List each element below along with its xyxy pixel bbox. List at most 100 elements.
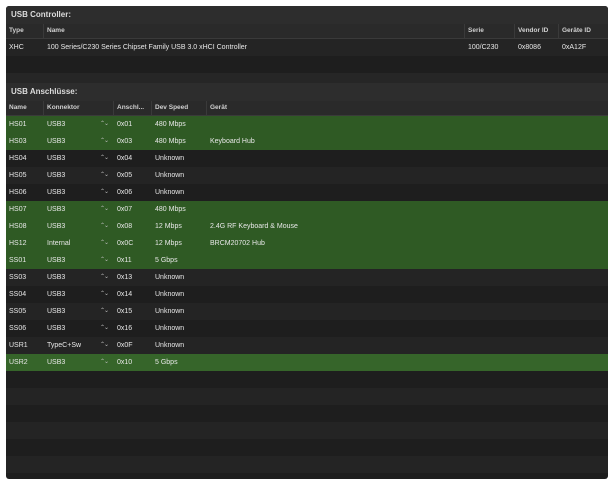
port-row[interactable]: HS03 USB3 ⌃⌄ 0x03 480 Mbps Keyboard Hub xyxy=(6,133,608,150)
konnektor-select[interactable]: USB3 xyxy=(44,133,94,150)
empty-row xyxy=(6,371,608,388)
port-device: Keyboard Hub xyxy=(210,138,255,145)
port-address: 0x11 xyxy=(117,257,132,264)
col-header-type[interactable]: Type xyxy=(6,24,44,38)
konnektor-select[interactable]: USB3 xyxy=(44,116,94,133)
konnektor-stepper-icon[interactable]: ⌃⌄ xyxy=(94,303,114,320)
port-address: 0x07 xyxy=(117,206,133,213)
port-name: USR2 xyxy=(9,359,28,366)
konnektor-stepper-icon[interactable]: ⌃⌄ xyxy=(94,286,114,303)
controller-table-header: Type Name Serie Vendor ID Geräte ID xyxy=(6,24,608,39)
konnektor-select[interactable]: USB3 xyxy=(44,167,94,184)
port-row[interactable]: HS12 Internal ⌃⌄ 0x0C 12 Mbps BRCM20702 Hub xyxy=(6,235,608,252)
col-header-anschluss[interactable]: Anschl... xyxy=(114,101,152,115)
col-header-serie[interactable]: Serie xyxy=(465,24,515,38)
port-device xyxy=(207,320,608,337)
port-row[interactable]: SS04 USB3 ⌃⌄ 0x14 Unknown xyxy=(6,286,608,303)
port-speed: Unknown xyxy=(155,308,185,315)
empty-row xyxy=(6,422,608,439)
col-header-device-id[interactable]: Geräte ID xyxy=(559,24,608,38)
port-address: 0x01 xyxy=(117,121,133,128)
port-name: HS01 xyxy=(9,121,27,128)
konnektor-select[interactable]: USB3 xyxy=(44,150,94,167)
port-row[interactable]: HS06 USB3 ⌃⌄ 0x06 Unknown xyxy=(6,184,608,201)
controller-type: XHC xyxy=(9,44,24,51)
konnektor-stepper-icon[interactable]: ⌃⌄ xyxy=(94,201,114,218)
konnektor-stepper-icon[interactable]: ⌃⌄ xyxy=(94,116,114,133)
port-device xyxy=(207,167,608,184)
port-device xyxy=(207,116,608,133)
konnektor-select[interactable]: USB3 xyxy=(44,286,94,303)
port-speed: 12 Mbps xyxy=(155,240,182,247)
port-row[interactable]: HS05 USB3 ⌃⌄ 0x05 Unknown xyxy=(6,167,608,184)
port-address: 0x16 xyxy=(117,325,133,332)
port-row[interactable]: SS06 USB3 ⌃⌄ 0x16 Unknown xyxy=(6,320,608,337)
konnektor-stepper-icon[interactable]: ⌃⌄ xyxy=(94,320,114,337)
port-device xyxy=(207,269,608,286)
konnektor-select[interactable]: USB3 xyxy=(44,218,94,235)
konnektor-stepper-icon[interactable]: ⌃⌄ xyxy=(94,150,114,167)
port-speed: 480 Mbps xyxy=(155,138,186,145)
col-header-vendor-id[interactable]: Vendor ID xyxy=(515,24,559,38)
empty-row xyxy=(6,456,608,473)
konnektor-select[interactable]: USB3 xyxy=(44,201,94,218)
konnektor-stepper-icon[interactable]: ⌃⌄ xyxy=(94,252,114,269)
port-row[interactable]: USR1 TypeC+Sw ⌃⌄ 0x0F Unknown xyxy=(6,337,608,354)
konnektor-stepper-icon[interactable]: ⌃⌄ xyxy=(94,269,114,286)
port-row[interactable]: SS01 USB3 ⌃⌄ 0x11 5 Gbps xyxy=(6,252,608,269)
konnektor-stepper-icon[interactable]: ⌃⌄ xyxy=(94,167,114,184)
port-row[interactable]: HS01 USB3 ⌃⌄ 0x01 480 Mbps xyxy=(6,116,608,133)
port-speed: 480 Mbps xyxy=(155,121,186,128)
port-name: HS12 xyxy=(9,240,27,247)
col-header-name[interactable]: Name xyxy=(44,24,465,38)
konnektor-select[interactable]: TypeC+Sw xyxy=(44,337,94,354)
konnektor-select[interactable]: USB3 xyxy=(44,354,94,371)
port-speed: 5 Gbps xyxy=(155,359,178,366)
port-speed: Unknown xyxy=(155,155,185,162)
ports-table-body: HS01 USB3 ⌃⌄ 0x01 480 Mbps HS03 USB3 ⌃⌄ 0x03 480 … xyxy=(6,116,608,371)
port-speed: Unknown xyxy=(155,342,185,349)
port-row[interactable]: HS04 USB3 ⌃⌄ 0x04 Unknown xyxy=(6,150,608,167)
port-speed: Unknown xyxy=(155,274,185,281)
section-gap xyxy=(6,73,608,83)
port-device xyxy=(207,337,608,354)
controller-row[interactable]: XHC 100 Series/C230 Series Chipset Famil… xyxy=(6,39,608,56)
konnektor-stepper-icon[interactable]: ⌃⌄ xyxy=(94,218,114,235)
port-device xyxy=(207,286,608,303)
port-row[interactable]: USR2 USB3 ⌃⌄ 0x10 5 Gbps xyxy=(6,354,608,371)
controller-device-id: 0xA12F xyxy=(562,44,587,51)
controller-serie: 100/C230 xyxy=(468,44,499,51)
port-speed: Unknown xyxy=(155,291,185,298)
port-row[interactable]: SS03 USB3 ⌃⌄ 0x13 Unknown xyxy=(6,269,608,286)
col-header-dev-speed[interactable]: Dev Speed xyxy=(152,101,207,115)
port-device xyxy=(207,201,608,218)
konnektor-stepper-icon[interactable]: ⌃⌄ xyxy=(94,184,114,201)
port-row[interactable]: HS08 USB3 ⌃⌄ 0x08 12 Mbps 2.4G RF Keyboard & … xyxy=(6,218,608,235)
port-row[interactable]: HS07 USB3 ⌃⌄ 0x07 480 Mbps xyxy=(6,201,608,218)
ports-table-header: Name Konnektor Anschl... Dev Speed Gerät xyxy=(6,101,608,116)
port-address: 0x0F xyxy=(117,342,133,349)
port-name: HS06 xyxy=(9,189,27,196)
konnektor-stepper-icon[interactable]: ⌃⌄ xyxy=(94,337,114,354)
port-name: HS05 xyxy=(9,172,27,179)
port-address: 0x05 xyxy=(117,172,133,179)
port-name: HS07 xyxy=(9,206,27,213)
konnektor-select[interactable]: USB3 xyxy=(44,303,94,320)
col-header-geraet[interactable]: Gerät xyxy=(207,101,608,115)
port-row[interactable]: SS05 USB3 ⌃⌄ 0x15 Unknown xyxy=(6,303,608,320)
port-name: SS01 xyxy=(9,257,27,264)
konnektor-stepper-icon[interactable]: ⌃⌄ xyxy=(94,133,114,150)
konnektor-stepper-icon[interactable]: ⌃⌄ xyxy=(94,354,114,371)
port-address: 0x06 xyxy=(117,189,133,196)
controller-vendor-id: 0x8086 xyxy=(518,44,541,51)
konnektor-select[interactable]: Internal xyxy=(44,235,94,252)
konnektor-stepper-icon[interactable]: ⌃⌄ xyxy=(94,235,114,252)
port-address: 0x08 xyxy=(117,223,133,230)
konnektor-select[interactable]: USB3 xyxy=(44,320,94,337)
col-header-port-name[interactable]: Name xyxy=(6,101,44,115)
konnektor-select[interactable]: USB3 xyxy=(44,269,94,286)
konnektor-select[interactable]: USB3 xyxy=(44,252,94,269)
col-header-konnektor[interactable]: Konnektor xyxy=(44,101,94,115)
port-name: SS04 xyxy=(9,291,27,298)
konnektor-select[interactable]: USB3 xyxy=(44,184,94,201)
